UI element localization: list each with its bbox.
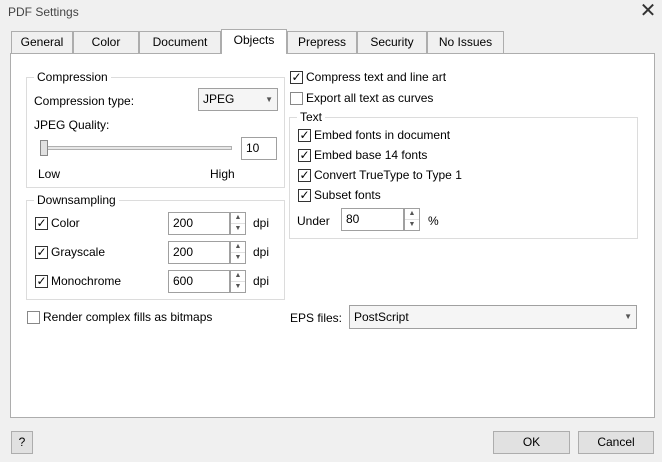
compress-text-label: Compress text and line art [306,70,447,84]
downsampling-group-title: Downsampling [34,193,119,207]
under-spinner[interactable]: ▲ ▼ [404,208,420,231]
window-title: PDF Settings [8,5,79,19]
render-complex-label: Render complex fills as bitmaps [43,310,213,324]
monochrome-dpi-unit: dpi [253,274,270,288]
grayscale-dpi-unit: dpi [253,245,270,259]
up-arrow-icon[interactable]: ▲ [231,242,245,253]
monochrome-dpi-input[interactable]: 600 [168,270,230,293]
chevron-down-icon: ▼ [265,95,273,104]
export-curves-label: Export all text as curves [306,91,434,105]
color-dpi-spinner[interactable]: ▲ ▼ [230,212,246,235]
eps-files-select[interactable]: PostScript ▼ [349,305,637,329]
eps-files-label: EPS files: [290,311,343,325]
monochrome-label: Monochrome [51,274,122,288]
jpeg-quality-slider[interactable] [40,146,232,150]
convert-truetype-label: Convert TrueType to Type 1 [314,168,462,182]
cancel-button[interactable]: Cancel [578,431,654,454]
subset-fonts-checkbox[interactable]: ✓ [298,189,311,202]
up-arrow-icon[interactable]: ▲ [231,213,245,224]
text-group-title: Text [297,110,326,124]
high-label: High [210,167,235,181]
chevron-down-icon: ▼ [624,312,632,321]
tab-color[interactable]: Color [73,31,139,53]
ok-button[interactable]: OK [493,431,570,454]
under-input[interactable]: 80 [341,208,404,231]
under-unit: % [428,214,439,228]
compress-text-checkbox[interactable]: ✓ [290,71,303,84]
under-label: Under [297,214,330,228]
color-checkbox[interactable]: ✓ [35,217,48,230]
color-dpi-unit: dpi [253,216,270,230]
grayscale-label: Grayscale [51,245,106,259]
down-arrow-icon[interactable]: ▼ [231,253,245,264]
help-button[interactable]: ? [11,431,33,454]
embed-base14-label: Embed base 14 fonts [314,148,428,162]
tab-security[interactable]: Security [357,31,427,53]
subset-fonts-label: Subset fonts [314,188,381,202]
compression-type-value: JPEG [203,92,235,106]
close-icon[interactable]: ✕ [638,1,658,21]
compression-type-label: Compression type: [34,94,135,108]
monochrome-dpi-spinner[interactable]: ▲ ▼ [230,270,246,293]
eps-files-value: PostScript [354,310,409,324]
tab-document[interactable]: Document [139,31,221,53]
jpeg-quality-label: JPEG Quality: [34,118,110,132]
tab-general[interactable]: General [11,31,73,53]
up-arrow-icon[interactable]: ▲ [231,271,245,282]
color-label: Color [51,216,80,230]
compression-type-select[interactable]: JPEG ▼ [198,88,278,111]
export-curves-checkbox[interactable] [290,92,303,105]
compression-group-title: Compression [34,70,111,84]
grayscale-dpi-spinner[interactable]: ▲ ▼ [230,241,246,264]
slider-thumb[interactable] [40,140,48,156]
tab-no-issues[interactable]: No Issues [427,31,504,53]
up-arrow-icon[interactable]: ▲ [405,209,419,220]
low-label: Low [38,167,61,181]
jpeg-quality-input[interactable]: 10 [241,137,277,160]
embed-base14-checkbox[interactable]: ✓ [298,149,311,162]
tab-prepress[interactable]: Prepress [287,31,357,53]
render-complex-checkbox[interactable] [27,311,40,324]
monochrome-checkbox[interactable]: ✓ [35,275,48,288]
down-arrow-icon[interactable]: ▼ [231,224,245,235]
convert-truetype-checkbox[interactable]: ✓ [298,169,311,182]
down-arrow-icon[interactable]: ▼ [405,220,419,231]
tab-objects[interactable]: Objects [221,29,287,54]
color-dpi-input[interactable]: 200 [168,212,230,235]
embed-fonts-checkbox[interactable]: ✓ [298,129,311,142]
down-arrow-icon[interactable]: ▼ [231,282,245,293]
embed-fonts-label: Embed fonts in document [314,128,451,142]
grayscale-checkbox[interactable]: ✓ [35,246,48,259]
grayscale-dpi-input[interactable]: 200 [168,241,230,264]
